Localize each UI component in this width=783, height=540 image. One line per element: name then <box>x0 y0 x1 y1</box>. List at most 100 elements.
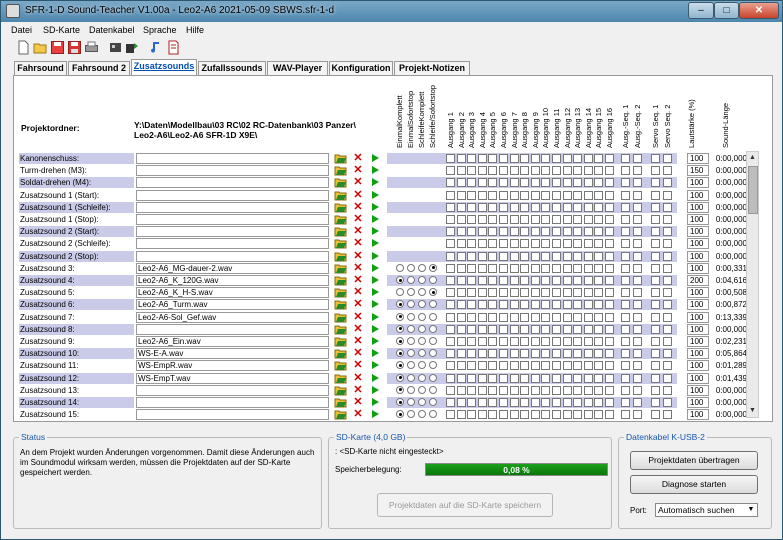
ausgang-checkbox[interactable] <box>488 276 498 285</box>
ausgang-checkbox[interactable] <box>583 190 593 200</box>
ausgang-checkbox[interactable] <box>509 190 519 200</box>
sound-file-field[interactable] <box>136 238 329 250</box>
delete-icon[interactable]: ✕ <box>352 287 364 298</box>
ausgang-checkbox[interactable] <box>446 190 455 200</box>
ausgseq-checkbox[interactable] <box>633 288 642 298</box>
sound-file-field[interactable]: Leo2-A6_K_120G.wav <box>136 275 329 286</box>
ausgseq-checkbox[interactable] <box>621 288 630 298</box>
servoseq-checkbox[interactable] <box>651 288 660 298</box>
ausgang-checkbox[interactable] <box>477 385 487 395</box>
ausgang-checkbox[interactable] <box>477 263 487 273</box>
title-bar[interactable]: SFR-1-D Sound-Teacher V1.00a - Leo2-A6 2… <box>1 1 782 22</box>
ausgang-checkbox[interactable] <box>583 361 593 371</box>
new-file-icon[interactable] <box>16 40 31 55</box>
ausgang-checkbox[interactable] <box>605 398 614 407</box>
ausgang-checkbox[interactable] <box>573 373 583 383</box>
ausgang-checkbox[interactable] <box>488 178 498 188</box>
ausgang-checkbox[interactable] <box>573 410 583 420</box>
play-icon[interactable] <box>369 177 381 188</box>
volume-field[interactable]: 150 <box>687 165 709 177</box>
mode-radio[interactable] <box>396 398 404 406</box>
menu-hilfe[interactable]: Hilfe <box>186 25 204 35</box>
delete-icon[interactable]: ✕ <box>352 201 364 213</box>
sound-file-field[interactable] <box>136 384 329 396</box>
delete-icon[interactable]: ✕ <box>352 262 364 274</box>
ausgang-checkbox[interactable] <box>520 166 530 176</box>
ausgang-checkbox[interactable] <box>562 154 572 163</box>
ausgang-checkbox[interactable] <box>499 349 508 359</box>
sound-file-field[interactable]: WS-EmpT.wav <box>136 372 329 384</box>
open-folder-icon[interactable] <box>334 202 347 213</box>
ausgang-checkbox[interactable] <box>583 202 593 212</box>
mode-radio[interactable] <box>407 385 415 394</box>
ausgang-checkbox[interactable] <box>605 239 614 249</box>
servoseq-checkbox[interactable] <box>651 300 660 310</box>
ausgang-checkbox[interactable] <box>562 263 572 273</box>
delete-icon[interactable]: ✕ <box>352 372 364 384</box>
ausgang-checkbox[interactable] <box>467 239 477 249</box>
servoseq-checkbox[interactable] <box>663 300 672 310</box>
scroll-down-icon[interactable]: ▼ <box>747 405 758 417</box>
ausgang-checkbox[interactable] <box>552 349 561 359</box>
mode-radio[interactable] <box>407 410 415 419</box>
ausgang-checkbox[interactable] <box>509 251 519 261</box>
play-icon[interactable] <box>369 348 381 359</box>
mode-radio[interactable] <box>407 312 415 321</box>
ausgang-checkbox[interactable] <box>541 385 551 395</box>
ausgang-checkbox[interactable] <box>446 202 455 212</box>
ausgang-checkbox[interactable] <box>456 337 466 346</box>
ausgang-checkbox[interactable] <box>583 324 593 334</box>
sound-file-field[interactable] <box>136 153 329 164</box>
mode-radio[interactable] <box>407 361 415 370</box>
ausgseq-checkbox[interactable] <box>621 312 630 322</box>
play-icon[interactable] <box>369 190 381 201</box>
mode-radio[interactable] <box>396 385 404 394</box>
ausgang-checkbox[interactable] <box>499 202 508 212</box>
ausgang-checkbox[interactable] <box>509 276 519 285</box>
play-icon[interactable] <box>369 312 381 323</box>
ausgang-checkbox[interactable] <box>605 154 614 163</box>
ausgang-checkbox[interactable] <box>456 385 466 395</box>
ausgang-checkbox[interactable] <box>530 178 540 188</box>
ausgang-checkbox[interactable] <box>573 178 583 188</box>
volume-field[interactable]: 100 <box>687 323 709 335</box>
ausgang-checkbox[interactable] <box>605 178 614 188</box>
mode-radio[interactable] <box>418 385 426 394</box>
ausgang-checkbox[interactable] <box>594 215 604 224</box>
ausgang-checkbox[interactable] <box>509 215 519 224</box>
ausgang-checkbox[interactable] <box>541 251 551 261</box>
ausgang-checkbox[interactable] <box>446 337 455 346</box>
ausgang-checkbox[interactable] <box>541 410 551 420</box>
ausgseq-checkbox[interactable] <box>633 178 642 188</box>
ausgang-checkbox[interactable] <box>467 190 477 200</box>
ausgang-checkbox[interactable] <box>509 324 519 334</box>
ausgang-checkbox[interactable] <box>583 215 593 224</box>
ausgang-checkbox[interactable] <box>541 263 551 273</box>
play-icon[interactable] <box>369 202 381 213</box>
sound-file-field[interactable] <box>136 165 329 177</box>
ausgseq-checkbox[interactable] <box>621 227 630 237</box>
ausgseq-checkbox[interactable] <box>621 202 630 212</box>
volume-field[interactable]: 100 <box>687 201 709 213</box>
ausgang-checkbox[interactable] <box>573 398 583 407</box>
ausgang-checkbox[interactable] <box>499 288 508 298</box>
delete-icon[interactable]: ✕ <box>352 336 364 347</box>
servoseq-checkbox[interactable] <box>651 166 660 176</box>
open-folder-icon[interactable] <box>334 360 347 371</box>
ausgang-checkbox[interactable] <box>552 373 561 383</box>
ausgang-checkbox[interactable] <box>541 288 551 298</box>
ausgseq-checkbox[interactable] <box>633 324 642 334</box>
sound-file-field[interactable]: WS-E-A.wav <box>136 348 329 360</box>
mode-radio[interactable] <box>396 288 404 297</box>
tab-konfiguration[interactable]: Konfiguration <box>329 61 393 76</box>
ausgang-checkbox[interactable] <box>583 337 593 346</box>
open-folder-icon[interactable] <box>334 214 347 225</box>
mode-radio[interactable] <box>429 385 437 394</box>
save-to-sd-button[interactable]: Projektdaten auf die SD-Karte speichern <box>377 493 553 517</box>
ausgang-checkbox[interactable] <box>583 263 593 273</box>
ausgang-checkbox[interactable] <box>552 202 561 212</box>
servoseq-checkbox[interactable] <box>663 263 672 273</box>
ausgang-checkbox[interactable] <box>530 263 540 273</box>
ausgang-checkbox[interactable] <box>488 166 498 176</box>
volume-field[interactable]: 100 <box>687 384 709 396</box>
